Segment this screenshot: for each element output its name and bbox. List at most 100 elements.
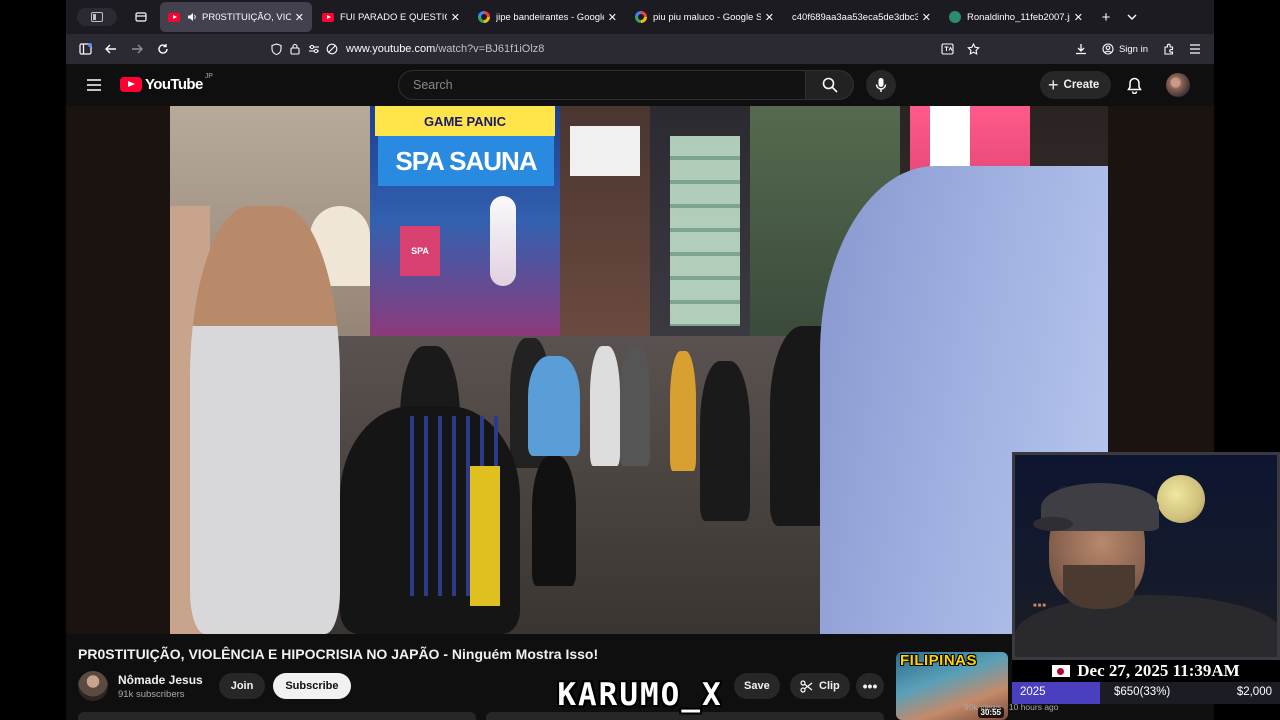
person — [590, 346, 620, 466]
notifications-button[interactable] — [1120, 71, 1148, 99]
channel-name[interactable]: Nômade Jesus — [118, 673, 203, 687]
image-favicon-icon — [949, 11, 961, 23]
date-time-text: Dec 27, 2025 11:39AM — [1077, 661, 1240, 680]
cap-brim — [1033, 517, 1073, 531]
description-box[interactable] — [78, 712, 476, 720]
permissions-icon[interactable] — [308, 44, 320, 54]
tab-groups-button[interactable] — [66, 0, 128, 34]
tab-image[interactable]: Ronaldinho_11feb2007.jpg (3 ✕ — [941, 2, 1091, 32]
tab-hash-page[interactable]: c40f689aa3aa53eca5de3dbc31 ✕ — [784, 2, 939, 32]
sign-in-button[interactable]: Sign in — [1094, 36, 1156, 62]
tab-close-icon[interactable]: ✕ — [765, 11, 774, 24]
donation-goal-bar: 2025 $650(33%) $2,000 — [1012, 682, 1280, 704]
country-code: JP — [204, 73, 213, 80]
streamer-watermark: KARUMO_X — [557, 677, 723, 713]
extensions-button[interactable] — [1156, 36, 1182, 62]
puzzle-icon — [1164, 43, 1174, 55]
channel-avatar[interactable] — [78, 671, 108, 701]
url-text: www.youtube.com/watch?v=BJ61f1iOlz8 — [346, 43, 544, 55]
goal-progress-text: $650(33%) — [1114, 686, 1171, 698]
sidebar-button[interactable] — [72, 36, 98, 62]
person-legs — [532, 456, 576, 586]
tab-title: jipe bandeirantes - Google S — [496, 11, 604, 23]
tab-overview-icon — [77, 8, 117, 26]
tab-close-icon[interactable]: ✕ — [922, 11, 931, 24]
create-button[interactable]: + Create — [1040, 71, 1112, 99]
person — [620, 346, 650, 466]
tab-close-icon[interactable]: ✕ — [608, 11, 617, 24]
tab-title: c40f689aa3aa53eca5de3dbc31 — [792, 11, 918, 23]
voice-search-button[interactable] — [866, 70, 896, 100]
hamburger-icon — [87, 79, 101, 91]
tab-google-search-1[interactable]: jipe bandeirantes - Google S ✕ — [470, 2, 625, 32]
decor-dots: ■■■ — [1033, 603, 1047, 609]
url-path: /watch?v=BJ61f1iOlz8 — [435, 43, 545, 55]
plus-icon: + — [1101, 8, 1111, 26]
tab-close-icon[interactable]: ✕ — [1074, 11, 1083, 24]
speaker-icon[interactable] — [186, 11, 198, 23]
back-button[interactable] — [98, 36, 124, 62]
more-actions-button[interactable]: ••• — [856, 673, 884, 699]
video-frame: GAME PANIC SPA SAUNA SPA — [170, 106, 1108, 634]
app-menu-button[interactable] — [1182, 36, 1208, 62]
clip-label: Clip — [819, 680, 840, 692]
streamer-beard — [1063, 565, 1135, 609]
toolbar-right: Sign in — [1068, 36, 1214, 62]
right-gutter — [1214, 0, 1280, 452]
arrow-right-icon — [132, 44, 143, 54]
youtube-header: YouTube JP + Create — [66, 64, 1214, 106]
japan-flag-icon — [1052, 665, 1071, 677]
guide-menu-button[interactable] — [80, 71, 108, 99]
lock-icon[interactable] — [290, 43, 300, 55]
sign-in-label: Sign in — [1118, 43, 1148, 55]
star-icon — [966, 43, 980, 55]
autoplay-blocked-icon[interactable] — [326, 43, 338, 55]
bell-icon — [1126, 77, 1142, 94]
download-icon — [1075, 44, 1086, 55]
search-box — [398, 70, 806, 100]
subscribe-button[interactable]: Subscribe — [273, 673, 351, 699]
person-blue-shirt — [528, 356, 580, 456]
google-favicon-icon — [635, 11, 647, 23]
list-all-tabs-button[interactable] — [1119, 4, 1145, 30]
search-input[interactable] — [413, 78, 805, 92]
tab-title: PR0STITUIÇÃO, VIOLÊN — [202, 11, 291, 23]
sign-game-panic: GAME PANIC — [375, 106, 555, 136]
tab-title: piu piu maluco - Google Sea — [653, 11, 761, 23]
clip-button[interactable]: Clip — [790, 673, 850, 699]
bookmark-star-button[interactable] — [960, 36, 986, 62]
hamburger-icon — [1190, 44, 1200, 54]
tab-title: Ronaldinho_11feb2007.jpg (3 — [967, 11, 1070, 23]
channel-row: Nômade Jesus 91k subscribers Join Subscr… — [78, 670, 351, 702]
webcam-overlay: ☠ ■■■ — [1012, 452, 1280, 660]
shield-icon[interactable] — [271, 43, 282, 55]
youtube-logo[interactable]: YouTube JP — [120, 73, 213, 93]
reload-button[interactable] — [150, 36, 176, 62]
youtube-wordmark: YouTube — [145, 76, 203, 93]
account-avatar[interactable] — [1166, 73, 1190, 97]
google-favicon-icon — [478, 11, 490, 23]
url-bar[interactable]: www.youtube.com/watch?v=BJ61f1iOlz8 — [271, 37, 971, 61]
video-title: PR0STITUIÇÃO, VIOLÊNCIA E HIPOCRISIA NO … — [78, 646, 599, 662]
forward-button[interactable] — [124, 36, 150, 62]
new-tab-button[interactable]: + — [1093, 4, 1119, 30]
bowling-pin — [490, 196, 516, 286]
sign-small: SPA — [400, 226, 440, 276]
tab-video-active[interactable]: PR0STITUIÇÃO, VIOLÊN ✕ — [160, 2, 312, 32]
tab-google-search-2[interactable]: piu piu maluco - Google Sea ✕ — [627, 2, 782, 32]
tab-manager-button[interactable] — [128, 4, 154, 30]
building-lit-windows — [670, 136, 740, 326]
tab-close-icon[interactable]: ✕ — [295, 11, 304, 24]
tab-close-icon[interactable]: ✕ — [451, 11, 460, 24]
date-time-overlay: Dec 27, 2025 11:39AM — [1012, 660, 1280, 682]
navigation-bar: www.youtube.com/watch?v=BJ61f1iOlz8 Sign… — [66, 34, 1214, 64]
tab-video-2[interactable]: FUI PARADO E QUESTIONAD ✕ — [314, 2, 468, 32]
search-button[interactable] — [806, 70, 854, 100]
join-button[interactable]: Join — [218, 673, 266, 699]
tabs-list-icon — [135, 12, 147, 22]
youtube-play-icon — [120, 77, 142, 92]
goal-year: 2025 — [1020, 686, 1046, 698]
url-domain: www.youtube.com — [346, 43, 436, 55]
downloads-button[interactable] — [1068, 36, 1094, 62]
translate-button[interactable] — [934, 36, 960, 62]
